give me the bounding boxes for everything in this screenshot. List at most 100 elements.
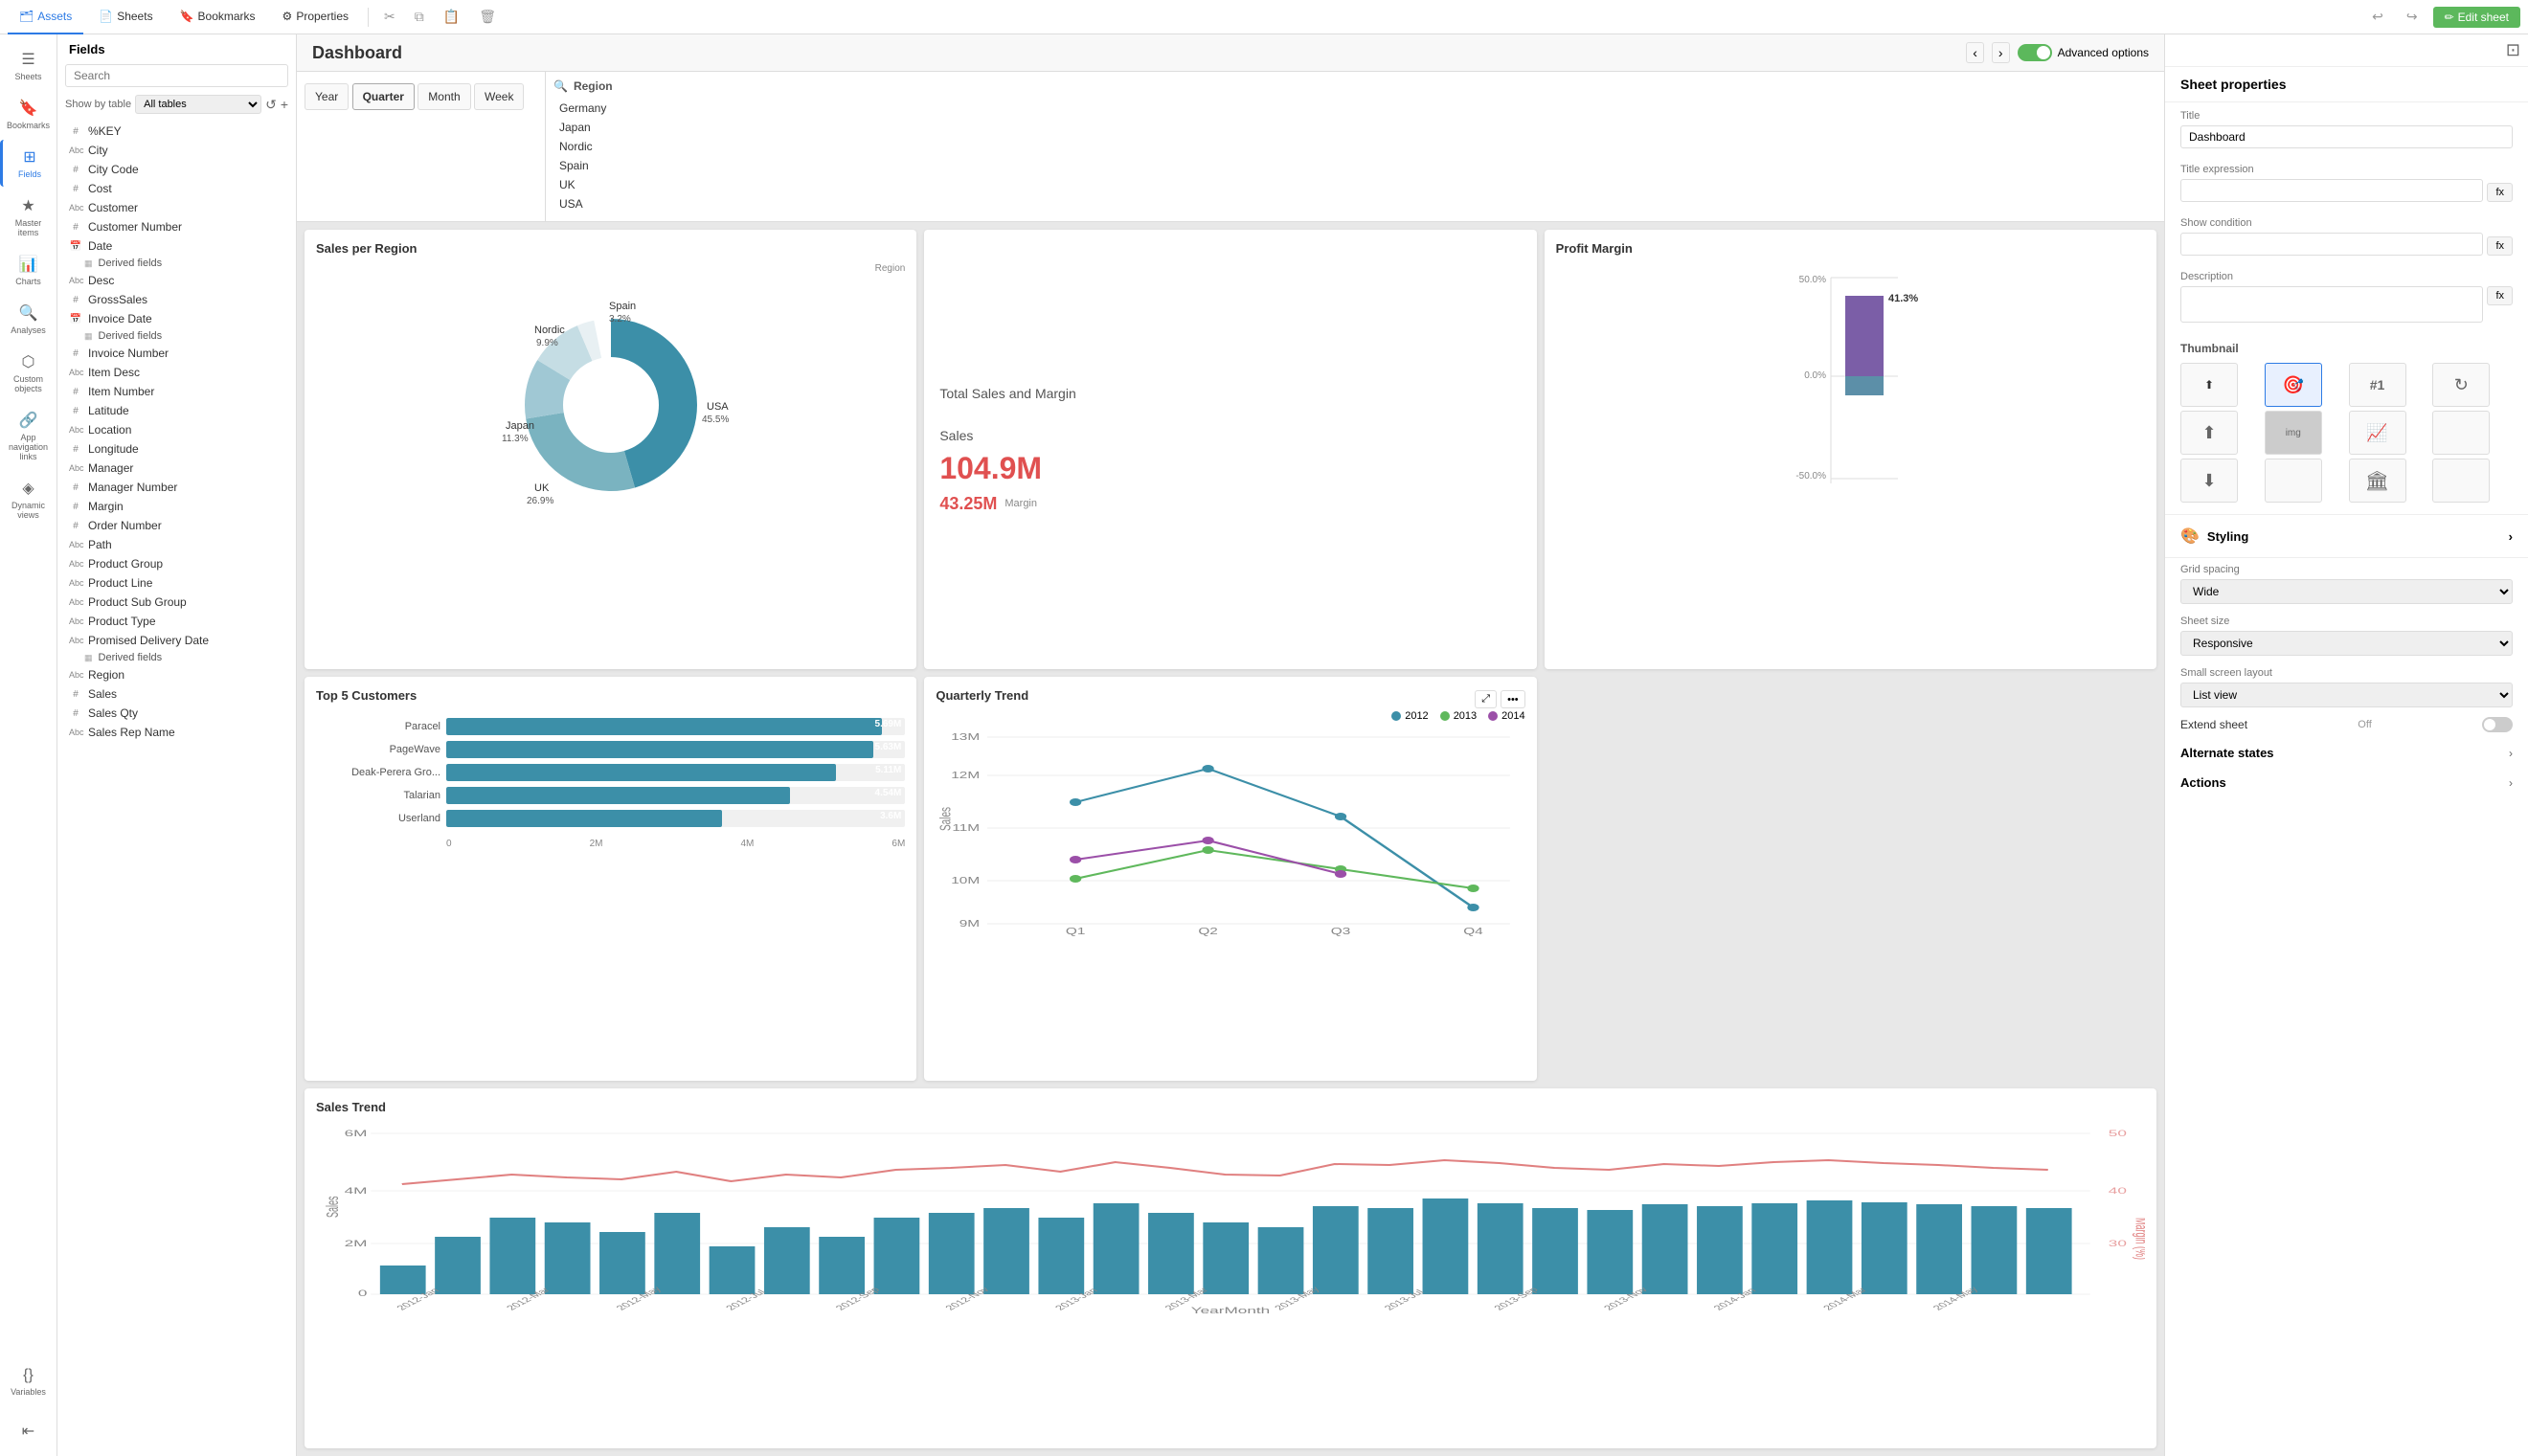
title-expression-input[interactable] <box>2180 179 2483 202</box>
field-item[interactable]: Abc Desc <box>57 271 296 290</box>
next-nav-button[interactable]: › <box>1992 42 2010 63</box>
redo-button[interactable]: ↪ <box>2399 5 2426 29</box>
sheet-size-select[interactable]: Responsive <box>2180 631 2513 656</box>
small-screen-select[interactable]: List view <box>2180 683 2513 707</box>
paste-button[interactable]: 📋 <box>436 5 467 29</box>
title-input[interactable] <box>2180 125 2513 148</box>
region-item[interactable]: Nordic <box>553 137 2156 156</box>
region-item[interactable]: UK <box>553 175 2156 194</box>
field-item[interactable]: Abc Path <box>57 535 296 554</box>
field-item[interactable]: Abc Product Sub Group <box>57 593 296 612</box>
expand-chart-button[interactable]: ⤢ <box>1475 690 1497 708</box>
sidebar-item-analyses[interactable]: 🔍 Analyses <box>0 296 56 343</box>
field-item[interactable]: # Customer Number <box>57 217 296 236</box>
thumbnail-item[interactable] <box>2265 459 2322 503</box>
field-item[interactable]: # Margin <box>57 497 296 516</box>
field-item[interactable]: # City Code <box>57 160 296 179</box>
week-filter-button[interactable]: Week <box>474 83 524 110</box>
thumbnail-item[interactable]: 🏛 <box>2349 459 2406 503</box>
field-item[interactable]: # Sales <box>57 684 296 704</box>
field-item[interactable]: # Item Number <box>57 382 296 401</box>
sidebar-item-custom-objects[interactable]: ⬡ Custom objects <box>0 345 56 401</box>
month-filter-button[interactable]: Month <box>418 83 470 110</box>
sidebar-collapse-btn[interactable]: ⇤ <box>0 1414 56 1448</box>
sidebar-item-fields[interactable]: ⊞ Fields <box>0 140 56 187</box>
field-item[interactable]: 📅 Invoice Date <box>57 309 296 328</box>
sidebar-item-charts[interactable]: 📊 Charts <box>0 247 56 294</box>
region-item[interactable]: Germany <box>553 99 2156 118</box>
delete-button[interactable]: 🗑 <box>471 5 504 29</box>
cut-button[interactable]: ✂ <box>376 5 403 29</box>
thumbnail-item[interactable]: ↻ <box>2432 363 2490 407</box>
field-item[interactable]: Abc Product Group <box>57 554 296 573</box>
advanced-options-switch[interactable] <box>2018 44 2052 61</box>
show-condition-fx-button[interactable]: fx <box>2487 236 2513 256</box>
thumbnail-item[interactable] <box>2432 459 2490 503</box>
sidebar-item-dynamic-views[interactable]: ◈ Dynamic views <box>0 471 56 527</box>
sheet-view-icon[interactable]: ⊡ <box>2506 40 2520 60</box>
field-item[interactable]: Abc Sales Rep Name <box>57 723 296 742</box>
field-item[interactable]: Abc City <box>57 141 296 160</box>
more-options-button[interactable]: ••• <box>1501 690 1525 708</box>
copy-button[interactable]: ⧉ <box>407 5 432 29</box>
field-item[interactable]: Abc Manager <box>57 459 296 478</box>
sidebar-item-sheets[interactable]: ☰ Sheets <box>0 42 56 89</box>
field-item[interactable]: Abc Product Line <box>57 573 296 593</box>
actions-row[interactable]: Actions › <box>2165 766 2528 795</box>
thumbnail-item[interactable]: 🎯 <box>2265 363 2322 407</box>
region-item[interactable]: Spain <box>553 156 2156 175</box>
grid-spacing-select[interactable]: Wide <box>2180 579 2513 604</box>
description-textarea[interactable] <box>2180 286 2483 323</box>
field-item[interactable]: Abc Location <box>57 420 296 439</box>
derived-field-item[interactable]: ▦ Derived fields <box>57 650 296 665</box>
field-item[interactable]: # Latitude <box>57 401 296 420</box>
tab-assets[interactable]: 🗂 Assets <box>8 0 83 34</box>
undo-button[interactable]: ↩ <box>2364 5 2391 29</box>
field-item[interactable]: # GrossSales <box>57 290 296 309</box>
show-condition-input[interactable] <box>2180 233 2483 256</box>
add-field-icon[interactable]: + <box>281 97 288 112</box>
table-select[interactable]: All tables <box>135 95 261 114</box>
tab-properties[interactable]: ⚙ Properties <box>271 0 360 34</box>
field-item[interactable]: # Longitude <box>57 439 296 459</box>
prev-nav-button[interactable]: ‹ <box>1966 42 1984 63</box>
search-input[interactable] <box>65 64 288 87</box>
sidebar-item-master-items[interactable]: ★ Master items <box>0 189 56 245</box>
extend-sheet-toggle[interactable] <box>2482 717 2513 732</box>
edit-sheet-button[interactable]: ✏ Edit sheet <box>2433 7 2520 28</box>
field-item[interactable]: # Invoice Number <box>57 344 296 363</box>
sidebar-item-app-nav[interactable]: 🔗 App navigation links <box>0 403 56 469</box>
region-item[interactable]: USA <box>553 194 2156 213</box>
field-item[interactable]: Abc Region <box>57 665 296 684</box>
alternate-states-row[interactable]: Alternate states › <box>2165 736 2528 766</box>
thumbnail-item[interactable]: ⬆ <box>2180 363 2238 407</box>
field-item[interactable]: Abc Promised Delivery Date <box>57 631 296 650</box>
title-expression-fx-button[interactable]: fx <box>2487 183 2513 202</box>
field-item[interactable]: Abc Item Desc <box>57 363 296 382</box>
field-item[interactable]: Abc Customer <box>57 198 296 217</box>
field-item[interactable]: Abc Product Type <box>57 612 296 631</box>
sidebar-item-bookmarks[interactable]: 🔖 Bookmarks <box>0 91 56 138</box>
quarter-filter-button[interactable]: Quarter <box>352 83 415 110</box>
region-item[interactable]: Japan <box>553 118 2156 137</box>
thumbnail-item[interactable]: ⬆ <box>2180 411 2238 455</box>
description-fx-button[interactable]: fx <box>2487 286 2513 305</box>
tab-bookmarks[interactable]: 🔖 Bookmarks <box>169 0 267 34</box>
thumbnail-item[interactable]: img <box>2265 411 2322 455</box>
styling-header[interactable]: 🎨 Styling › <box>2180 526 2513 546</box>
sidebar-item-variables[interactable]: {} Variables <box>0 1359 56 1404</box>
year-filter-button[interactable]: Year <box>305 83 349 110</box>
derived-field-item[interactable]: ▦ Derived fields <box>57 256 296 271</box>
field-item[interactable]: # Sales Qty <box>57 704 296 723</box>
refresh-icon[interactable]: ↺ <box>265 97 277 113</box>
thumbnail-item[interactable]: ⬇ <box>2180 459 2238 503</box>
thumbnail-item[interactable]: #1 <box>2349 363 2406 407</box>
field-item[interactable]: # Order Number <box>57 516 296 535</box>
thumbnail-item[interactable]: 📈 <box>2349 411 2406 455</box>
tab-sheets[interactable]: 📄 Sheets <box>87 0 164 34</box>
derived-field-item[interactable]: ▦ Derived fields <box>57 328 296 344</box>
field-item[interactable]: # Manager Number <box>57 478 296 497</box>
field-item[interactable]: 📅 Date <box>57 236 296 256</box>
field-item[interactable]: # Cost <box>57 179 296 198</box>
thumbnail-item[interactable] <box>2432 411 2490 455</box>
